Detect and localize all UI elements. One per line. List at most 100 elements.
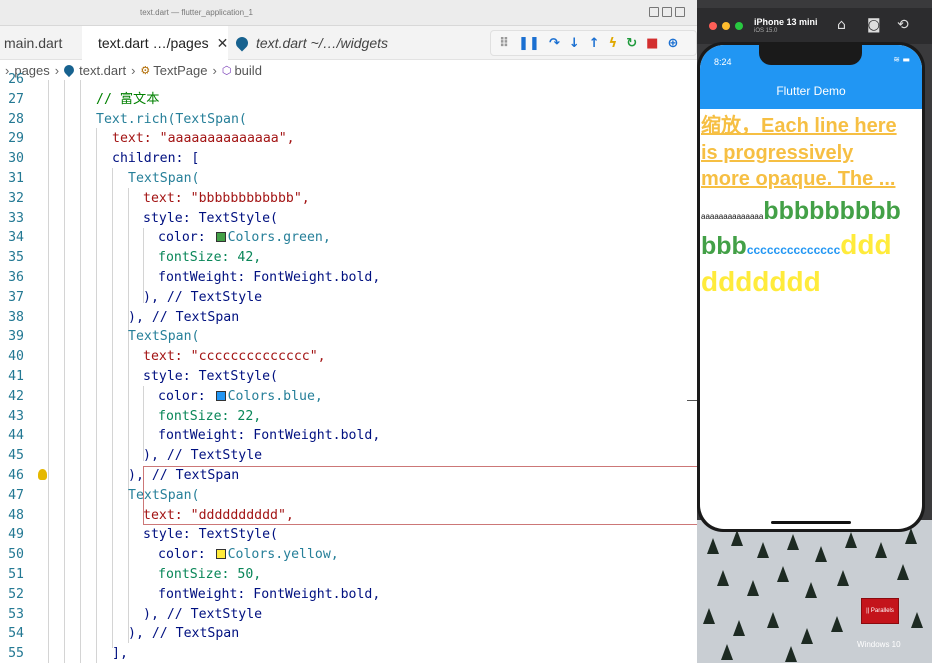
code-token: Colors.yellow,: [227, 547, 339, 563]
line-number: 51: [8, 567, 24, 582]
close-window-button[interactable]: [709, 22, 717, 30]
rich-text-line: bbbccccccccccccccddd: [701, 229, 892, 261]
code-line[interactable]: 31 TextSpan(: [0, 169, 697, 189]
close-icon[interactable]: ✕: [217, 35, 229, 52]
code-line[interactable]: 40 text: "cccccccccccccc",: [0, 347, 697, 367]
pause-icon[interactable]: ❚❚: [518, 37, 540, 50]
code-line[interactable]: 33 style: TextStyle(: [0, 209, 697, 229]
line-number: 32: [8, 190, 24, 206]
code-text: color: Colors.green,: [158, 228, 331, 248]
code-text: fontSize: 42,: [158, 250, 262, 266]
simulator-titlebar: iPhone 13 mini iOS 15.0 ⌂ ◙ ⟲: [697, 8, 932, 44]
code-text: // 富文本: [96, 91, 160, 107]
line-number: 39: [8, 329, 24, 345]
code-text: text: "bbbbbbbbbbbb",: [143, 190, 310, 206]
code-line[interactable]: 41 style: TextStyle(: [0, 367, 697, 387]
hot-restart-icon[interactable]: ↻: [626, 37, 637, 50]
step-into-icon[interactable]: ↓: [569, 37, 580, 50]
toggle-secondary-sidebar-icon[interactable]: [675, 7, 685, 17]
line-number: 52: [8, 586, 24, 602]
code-token: color:: [158, 547, 214, 563]
code-text: Text.rich(TextSpan(: [96, 111, 247, 127]
line-number: 47: [8, 487, 24, 503]
code-line[interactable]: 27 // 富文本: [0, 90, 697, 110]
rotate-icon[interactable]: ⟲: [897, 17, 909, 33]
rich-span-d: ddddddd: [701, 266, 821, 297]
code-line[interactable]: 49 style: TextStyle(: [0, 525, 697, 545]
os-version: iOS 15.0: [754, 28, 778, 34]
toggle-sidebar-icon[interactable]: [649, 7, 659, 17]
stop-icon[interactable]: ■: [646, 37, 658, 50]
tab-main-dart[interactable]: main.dart: [0, 26, 82, 60]
code-line[interactable]: 50 color: Colors.yellow,: [0, 545, 697, 565]
code-text: style: TextStyle(: [143, 527, 278, 543]
code-line[interactable]: 34 color: Colors.green,: [0, 228, 697, 248]
code-text: fontSize: 22,: [158, 408, 262, 424]
styled-text-line: is progressively: [701, 142, 854, 164]
line-number: 46: [8, 468, 24, 483]
code-line[interactable]: 28 Text.rich(TextSpan(: [0, 110, 697, 130]
code-line[interactable]: 42 color: Colors.blue,: [0, 387, 697, 407]
tab-text-dart-widgets[interactable]: text.dart ~/…/widgets: [228, 26, 398, 60]
styled-text-line: more opaque. The ...: [701, 168, 896, 190]
code-text: ), // TextStyle: [143, 606, 263, 622]
parallels-desktop-icon[interactable]: || Parallels: [861, 598, 899, 624]
windows-10-label[interactable]: Windows 10: [857, 640, 901, 649]
line-number: 48: [8, 507, 24, 523]
code-line[interactable]: 38 ), // TextSpan: [0, 308, 697, 328]
code-text: text: "aaaaaaaaaaaaaa",: [112, 131, 295, 147]
code-area[interactable]: 26 27 // 富文本 28 Text.rich(TextSpan(29 text: "…: [0, 72, 697, 663]
code-line[interactable]: 29 text: "aaaaaaaaaaaaaa",: [0, 129, 697, 149]
line-number: 27: [8, 91, 24, 107]
code-line[interactable]: 37), // TextStyle: [0, 288, 697, 308]
line-number: 53: [8, 606, 24, 622]
code-line[interactable]: 51 fontSize: 50,: [0, 565, 697, 585]
step-out-icon[interactable]: ↑: [589, 37, 600, 50]
code-text: color: Colors.blue,: [158, 387, 323, 407]
code-line[interactable]: 39 TextSpan(: [0, 327, 697, 347]
drag-handle-icon[interactable]: ⠿: [499, 37, 509, 50]
code-line[interactable]: 30 children: [: [0, 149, 697, 169]
home-indicator[interactable]: [771, 521, 851, 524]
line-number: 33: [8, 210, 24, 226]
code-text: ), // TextSpan: [128, 626, 240, 642]
line-number: 38: [8, 309, 24, 325]
line-number: 40: [8, 349, 24, 365]
inspector-icon[interactable]: ⊕: [667, 37, 678, 50]
code-line[interactable]: 45), // TextStyle: [0, 446, 697, 466]
code-line[interactable]: 55],: [0, 644, 697, 663]
toggle-panel-icon[interactable]: [662, 7, 672, 17]
code-line[interactable]: 54), // TextSpan: [0, 624, 697, 644]
wifi-battery-icon: ≋ ▬: [893, 55, 910, 64]
rich-span-c: cccccccccccccc: [746, 243, 841, 257]
code-line[interactable]: 44 fontWeight: FontWeight.bold,: [0, 426, 697, 446]
step-over-icon[interactable]: ↷: [549, 37, 560, 50]
lightbulb-icon[interactable]: [38, 469, 47, 480]
code-text: ), // TextSpan: [128, 309, 240, 325]
code-line[interactable]: 43 fontSize: 22,: [0, 407, 697, 427]
code-line[interactable]: 52 fontWeight: FontWeight.bold,: [0, 585, 697, 605]
rich-span-b: bbb: [701, 232, 747, 260]
code-line[interactable]: 26: [0, 70, 697, 90]
code-text: fontSize: 50,: [158, 567, 262, 582]
app-bar: 8:24 ≋ ▬ Flutter Demo: [700, 45, 922, 109]
debug-toolbar: ⠿ ❚❚ ↷ ↓ ↑ ϟ ↻ ■ ⊕: [490, 30, 697, 56]
minimize-window-button[interactable]: [722, 22, 730, 30]
code-line[interactable]: 53 ), // TextStyle: [0, 605, 697, 625]
code-line[interactable]: 36 fontWeight: FontWeight.bold,: [0, 268, 697, 288]
code-text: style: TextStyle(: [143, 210, 278, 226]
layout-controls: [649, 7, 685, 17]
screenshot-icon[interactable]: ◙: [867, 17, 881, 33]
code-line[interactable]: 35 fontSize: 42,: [0, 248, 697, 268]
code-text: children: [: [112, 151, 200, 167]
code-line[interactable]: 32 text: "bbbbbbbbbbbb",: [0, 189, 697, 209]
rich-text-line: aaaaaaaaaaaaaabbbbbbbbb: [701, 197, 901, 226]
code-text: ), // TextStyle: [143, 289, 263, 305]
hot-reload-icon[interactable]: ϟ: [609, 37, 618, 50]
zoom-window-button[interactable]: [735, 22, 743, 30]
tab-text-dart-pages[interactable]: text.dart …/pages ✕: [82, 26, 228, 60]
code-text: fontWeight: FontWeight.bold,: [158, 428, 381, 444]
line-number: 36: [8, 270, 24, 285]
phone-screen[interactable]: 8:24 ≋ ▬ Flutter Demo 缩放，Each line here …: [700, 45, 922, 529]
home-icon[interactable]: ⌂: [837, 17, 846, 33]
